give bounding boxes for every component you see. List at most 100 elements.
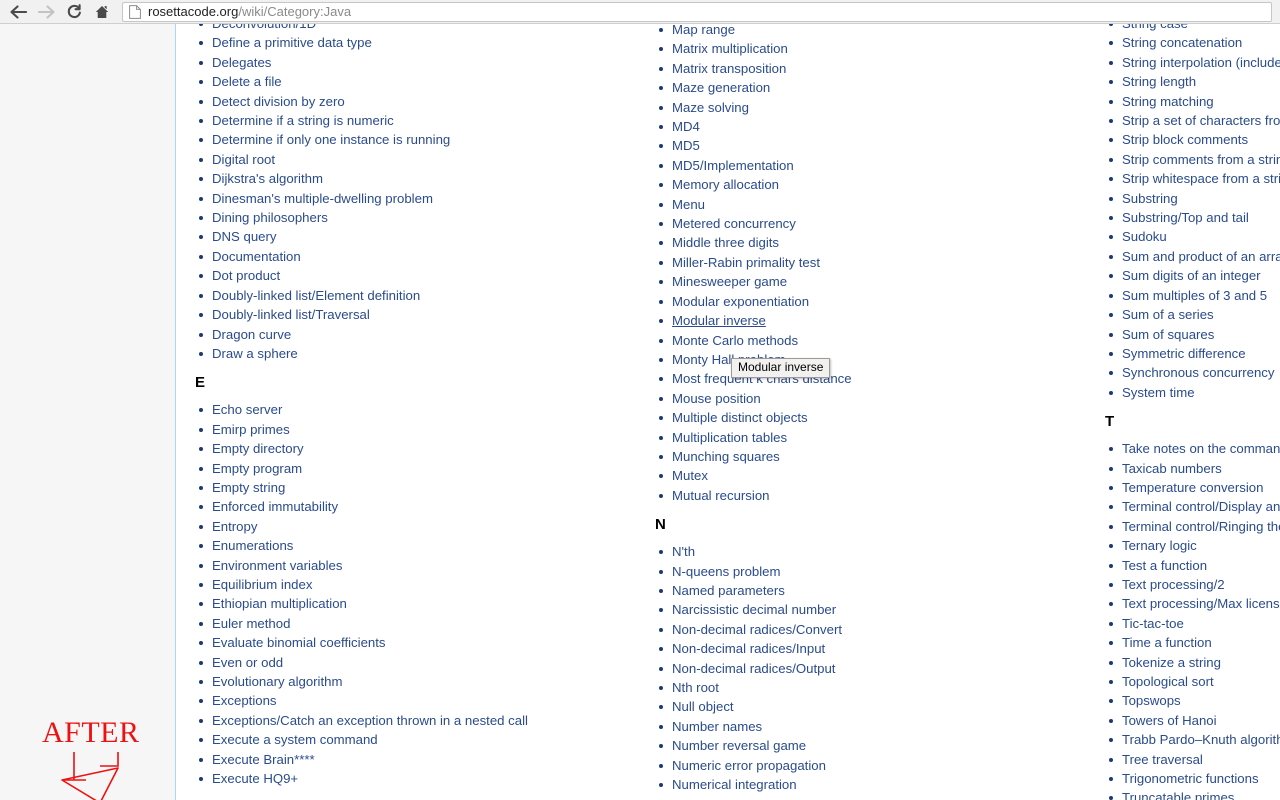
category-link[interactable]: Text processing/Max licenses in use xyxy=(1122,596,1280,611)
category-link[interactable]: Test a function xyxy=(1122,558,1207,573)
category-link[interactable]: Ternary logic xyxy=(1122,538,1197,553)
category-link[interactable]: Non-decimal radices/Input xyxy=(672,641,825,656)
category-link[interactable]: MD5 xyxy=(672,138,700,153)
reload-button[interactable] xyxy=(60,1,88,23)
category-link[interactable]: Symmetric difference xyxy=(1122,346,1246,361)
category-link[interactable]: Enforced immutability xyxy=(212,499,338,514)
category-link[interactable]: Terminal control/Ringing the terminal be… xyxy=(1122,519,1280,534)
category-link[interactable]: Map range xyxy=(672,24,735,37)
category-link[interactable]: Euler method xyxy=(212,616,290,631)
category-link[interactable]: Sudoku xyxy=(1122,229,1167,244)
category-link[interactable]: Determine if only one instance is runnin… xyxy=(212,132,450,147)
category-link[interactable]: Non-decimal radices/Output xyxy=(672,661,835,676)
category-link[interactable]: Trigonometric functions xyxy=(1122,771,1259,786)
category-link[interactable]: Text processing/2 xyxy=(1122,577,1225,592)
category-link[interactable]: Memory allocation xyxy=(672,177,779,192)
category-link[interactable]: Sum digits of an integer xyxy=(1122,268,1261,283)
category-link[interactable]: Multiplication tables xyxy=(672,430,787,445)
category-link[interactable]: Draw a sphere xyxy=(212,346,298,361)
category-link[interactable]: Substring/Top and tail xyxy=(1122,210,1249,225)
category-link[interactable]: Matrix multiplication xyxy=(672,41,788,56)
category-link[interactable]: Null object xyxy=(672,699,734,714)
category-link[interactable]: Digital root xyxy=(212,152,275,167)
category-link[interactable]: Mouse position xyxy=(672,391,761,406)
category-link[interactable]: Tokenize a string xyxy=(1122,655,1221,670)
category-link[interactable]: Maze generation xyxy=(672,80,770,95)
category-link[interactable]: String concatenation xyxy=(1122,35,1242,50)
category-link[interactable]: Ethiopian multiplication xyxy=(212,596,347,611)
category-link[interactable]: Strip block comments xyxy=(1122,132,1248,147)
category-link[interactable]: Empty directory xyxy=(212,441,304,456)
category-link[interactable]: String matching xyxy=(1122,94,1214,109)
category-link[interactable]: Temperature conversion xyxy=(1122,480,1263,495)
category-link[interactable]: Narcissistic decimal number xyxy=(672,602,836,617)
category-link[interactable]: Evolutionary algorithm xyxy=(212,674,342,689)
category-link[interactable]: MD5/Implementation xyxy=(672,158,794,173)
category-link[interactable]: Miller-Rabin primality test xyxy=(672,255,820,270)
category-link[interactable]: Execute HQ9+ xyxy=(212,771,298,786)
category-link[interactable]: Trabb Pardo–Knuth algorithm xyxy=(1122,732,1280,747)
category-link[interactable]: Modular inverse xyxy=(672,313,766,328)
category-link[interactable]: Doubly-linked list/Element definition xyxy=(212,288,420,303)
category-link[interactable]: Non-decimal radices/Convert xyxy=(672,622,842,637)
category-link[interactable]: Emirp primes xyxy=(212,422,290,437)
category-link[interactable]: Doubly-linked list/Traversal xyxy=(212,307,370,322)
category-link[interactable]: Numerical integration xyxy=(672,777,797,792)
category-link[interactable]: Minesweeper game xyxy=(672,274,787,289)
category-link[interactable]: Dot product xyxy=(212,268,280,283)
category-link[interactable]: Sum and product of an array xyxy=(1122,249,1280,264)
category-link[interactable]: Detect division by zero xyxy=(212,94,345,109)
category-link[interactable]: DNS query xyxy=(212,229,277,244)
category-link[interactable]: Define a primitive data type xyxy=(212,35,372,50)
category-link[interactable]: Munching squares xyxy=(672,449,780,464)
category-link[interactable]: Sum of a series xyxy=(1122,307,1214,322)
category-link[interactable]: Menu xyxy=(672,197,705,212)
category-link[interactable]: Middle three digits xyxy=(672,235,779,250)
category-link[interactable]: Empty program xyxy=(212,461,302,476)
category-link[interactable]: Tree traversal xyxy=(1122,752,1203,767)
category-link[interactable]: Dinesman's multiple-dwelling problem xyxy=(212,191,433,206)
category-link[interactable]: Topological sort xyxy=(1122,674,1214,689)
category-link[interactable]: Environment variables xyxy=(212,558,342,573)
category-link[interactable]: Multiple distinct objects xyxy=(672,410,808,425)
category-link[interactable]: Execute Brain**** xyxy=(212,752,315,767)
category-link[interactable]: Towers of Hanoi xyxy=(1122,713,1217,728)
category-link[interactable]: Modular exponentiation xyxy=(672,294,809,309)
category-link[interactable]: Maze solving xyxy=(672,100,749,115)
category-link[interactable]: Even or odd xyxy=(212,655,283,670)
category-link[interactable]: Strip a set of characters from a string xyxy=(1122,113,1280,128)
category-link[interactable]: Topswops xyxy=(1122,693,1181,708)
category-link[interactable]: Dining philosophers xyxy=(212,210,328,225)
category-link[interactable]: Enumerations xyxy=(212,538,293,553)
category-link[interactable]: Evaluate binomial coefficients xyxy=(212,635,386,650)
category-link[interactable]: Nth root xyxy=(672,680,719,695)
category-link[interactable]: Strip comments from a string xyxy=(1122,152,1280,167)
category-link[interactable]: Deconvolution/1D xyxy=(212,24,316,31)
category-link[interactable]: Delegates xyxy=(212,55,271,70)
category-link[interactable]: Execute a system command xyxy=(212,732,378,747)
category-link[interactable]: Strip whitespace from a string/Top and t… xyxy=(1122,171,1280,186)
category-link[interactable]: Echo server xyxy=(212,402,282,417)
category-link[interactable]: Metered concurrency xyxy=(672,216,796,231)
category-link[interactable]: Mutual recursion xyxy=(672,488,769,503)
category-link[interactable]: Delete a file xyxy=(212,74,282,89)
category-link[interactable]: Documentation xyxy=(212,249,301,264)
category-link[interactable]: Monte Carlo methods xyxy=(672,333,798,348)
category-link[interactable]: N'th xyxy=(672,544,695,559)
category-link[interactable]: MD4 xyxy=(672,119,700,134)
category-link[interactable]: Exceptions/Catch an exception thrown in … xyxy=(212,713,528,728)
category-link[interactable]: Sum multiples of 3 and 5 xyxy=(1122,288,1267,303)
category-link[interactable]: Taxicab numbers xyxy=(1122,461,1222,476)
category-link[interactable]: Numeric error propagation xyxy=(672,758,826,773)
category-link[interactable]: Dijkstra's algorithm xyxy=(212,171,323,186)
category-link[interactable]: System time xyxy=(1122,385,1195,400)
category-link[interactable]: Dragon curve xyxy=(212,327,291,342)
category-link[interactable]: N-queens problem xyxy=(672,564,781,579)
category-link[interactable]: Equilibrium index xyxy=(212,577,312,592)
category-link[interactable]: Entropy xyxy=(212,519,257,534)
category-link[interactable]: Substring xyxy=(1122,191,1178,206)
category-link[interactable]: Take notes on the command line xyxy=(1122,441,1280,456)
home-button[interactable] xyxy=(88,1,116,23)
back-button[interactable] xyxy=(4,1,32,23)
category-link[interactable]: Number names xyxy=(672,719,762,734)
